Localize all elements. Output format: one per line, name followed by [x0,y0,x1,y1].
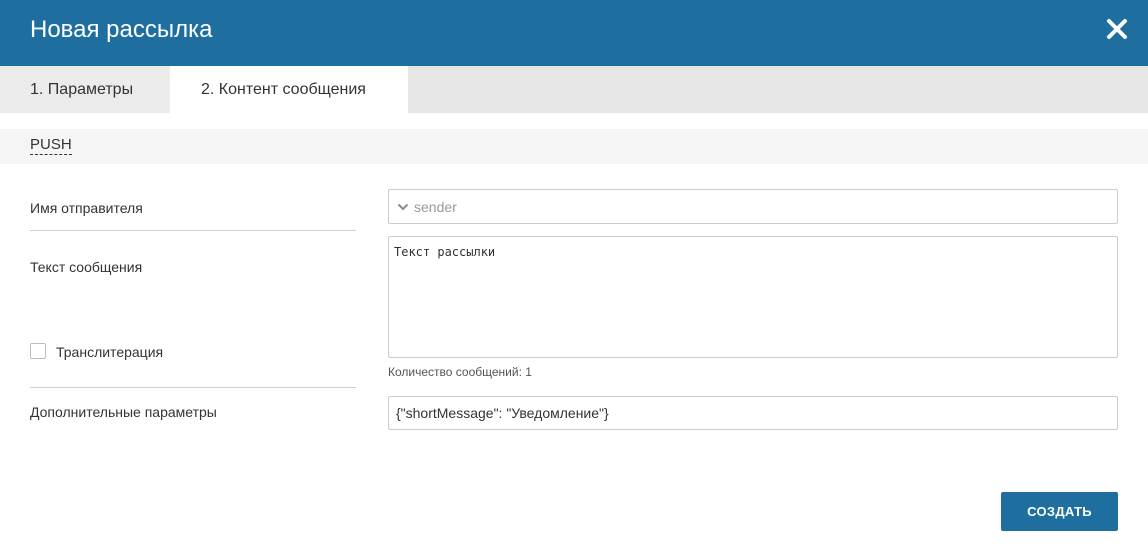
sender-label: Имя отправителя [30,200,143,216]
message-textarea[interactable]: Текст рассылки [388,236,1118,358]
close-button[interactable] [1100,12,1134,46]
extra-params-input[interactable] [388,396,1118,430]
message-label: Текст сообщения [30,259,143,275]
tab-bar: 1. Параметры 2. Контент сообщения [0,66,1148,113]
chevron-down-icon [397,203,409,211]
sender-select[interactable]: sender [388,189,1118,224]
channel-strip: PUSH [0,129,1148,164]
new-mailing-dialog: Новая рассылка 1. Параметры 2. Контент с… [0,0,1148,550]
transliteration-checkbox[interactable] [30,343,46,359]
transliteration-label[interactable]: Транслитерация [56,343,163,361]
divider [30,230,356,231]
divider [30,387,356,388]
sender-placeholder: sender [414,199,457,215]
tab-parameters[interactable]: 1. Параметры [0,66,170,113]
dialog-title: Новая рассылка [30,16,213,43]
message-count: Количество сообщений: 1 [388,365,532,379]
channel-push-link[interactable]: PUSH [30,136,72,155]
close-icon [1107,19,1127,39]
dialog-header: Новая рассылка [0,0,1148,66]
tab-message-content[interactable]: 2. Контент сообщения [170,66,408,113]
create-button[interactable]: СОЗДАТЬ [1001,492,1118,531]
extra-params-label: Дополнительные параметры [30,404,217,420]
